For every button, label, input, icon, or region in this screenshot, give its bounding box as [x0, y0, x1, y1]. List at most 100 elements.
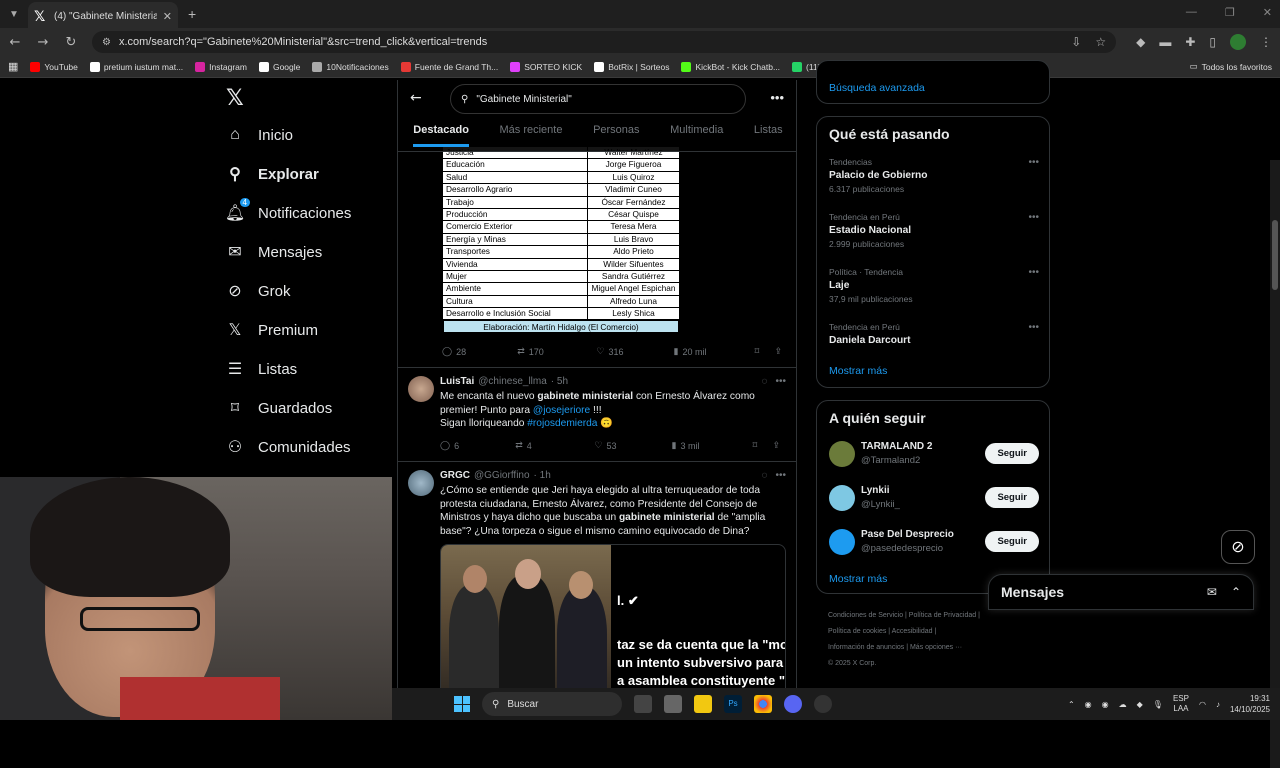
avatar[interactable]	[829, 529, 855, 555]
avatar[interactable]	[829, 485, 855, 511]
menu-kebab-icon[interactable]: ⋮	[1260, 35, 1272, 49]
tray-app-icon[interactable]: ◆	[1137, 700, 1143, 709]
views-button[interactable]: ▮ 3 mil	[672, 440, 753, 451]
share-button[interactable]: ⇪	[772, 440, 780, 451]
tab-4[interactable]: Listas	[754, 124, 783, 147]
nav-item-notificaciones[interactable]: 🔔︎ 4 Notificaciones	[225, 198, 351, 222]
tweet-media[interactable]: l. ✔ taz se da cuenta que la "mov un int…	[440, 544, 786, 688]
follow-button[interactable]: Seguir	[985, 531, 1039, 552]
ministers-table-image[interactable]: Justicia Walter Martínez Educación Jorge Fi…	[442, 146, 680, 335]
trend-item[interactable]: Política · Tendencia Laje 37,9 mil publica…	[829, 267, 1039, 304]
footer-line[interactable]: © 2025 X Corp.	[828, 656, 1038, 672]
page-scrollbar[interactable]	[1270, 160, 1280, 768]
nav-item-guardados[interactable]: ⌑ Guardados	[226, 399, 332, 418]
repost-button[interactable]: ⇄ 170	[517, 346, 596, 357]
like-button[interactable]: ♡ 53	[594, 440, 671, 451]
tab-list-chevron-icon[interactable]: ▼	[0, 9, 28, 20]
show-more-follow[interactable]: Mostrar más	[829, 573, 887, 585]
views-button[interactable]: ▮ 20 mil	[674, 346, 755, 357]
grok-icon[interactable]: ◌	[762, 470, 768, 481]
avatar[interactable]	[829, 441, 855, 467]
avatar[interactable]	[408, 376, 434, 402]
taskbar-search[interactable]: ⚲ Buscar	[482, 692, 622, 716]
trend-item[interactable]: Tendencia en Perú Daniela Darcourt •••	[829, 322, 1039, 349]
tweet-time[interactable]: · 5h	[551, 376, 568, 387]
bookmark-button[interactable]: ⌑	[753, 440, 773, 451]
microphone-icon[interactable]: 🎙	[1153, 700, 1163, 709]
apps-grid-icon[interactable]: ▦	[8, 60, 18, 73]
restore-icon[interactable]: ❐	[1225, 6, 1235, 19]
footer-line[interactable]: Política de cookies | Accesibilidad |	[828, 624, 1038, 640]
footer-line[interactable]: Información de anuncios | Más opciones ·…	[828, 640, 1038, 656]
onedrive-icon[interactable]: ☁	[1119, 700, 1127, 709]
bookmark-item[interactable]: Instagram	[195, 61, 247, 72]
more-options-icon[interactable]: •••	[775, 470, 786, 481]
bookmark-item[interactable]: pretium iustum mat...	[89, 61, 183, 72]
app-icon[interactable]	[664, 695, 682, 713]
search-input[interactable]: ⚲ "Gabinete Ministerial"	[450, 84, 746, 114]
tweet-time[interactable]: · 1h	[534, 470, 551, 481]
bookmark-item[interactable]: Google	[258, 61, 300, 72]
repost-button[interactable]: ⇄ 4	[515, 440, 594, 451]
profile-avatar[interactable]	[1230, 34, 1246, 50]
tray-app-icon[interactable]: ◉	[1102, 700, 1109, 709]
forward-arrow-icon[interactable]: →	[36, 35, 50, 50]
advanced-search-link[interactable]: Búsqueda avanzada	[829, 82, 925, 94]
tray-app-icon[interactable]: ◉	[1085, 700, 1092, 709]
show-more-trends[interactable]: Mostrar más	[829, 365, 887, 377]
author-handle[interactable]: @chinese_llma	[478, 376, 547, 387]
nav-item-premium[interactable]: 𝕏 Premium	[226, 321, 318, 340]
address-bar[interactable]: ⚙ x.com/search?q="Gabinete%20Ministerial…	[92, 31, 1117, 53]
footer-line[interactable]: Condiciones de Servicio | Política de Pr…	[828, 608, 1038, 624]
follow-suggestion[interactable]: TARMALAND 2 @Tarmaland2 Seguir	[829, 441, 1039, 471]
back-arrow-icon[interactable]: ←	[8, 35, 22, 50]
follow-suggestion[interactable]: Pase Del Desprecio @pasededesprecio Seguir	[829, 529, 1039, 559]
extension-icon[interactable]: ◆	[1136, 35, 1145, 49]
windows-start-icon[interactable]	[454, 696, 470, 712]
like-button[interactable]: ♡ 316	[596, 346, 673, 357]
author-handle[interactable]: @GGiorffino	[474, 470, 530, 481]
more-options-icon[interactable]: •••	[1028, 322, 1039, 333]
new-message-icon[interactable]: ✉	[1207, 585, 1217, 599]
sidebar-icon[interactable]: ▯	[1209, 35, 1216, 49]
close-window-icon[interactable]: ✕	[1263, 6, 1272, 19]
extensions-puzzle-icon[interactable]: ✚	[1185, 35, 1195, 49]
language-indicator[interactable]: ESP LAA	[1173, 694, 1189, 714]
tab-0[interactable]: Destacado	[413, 124, 469, 147]
nav-item-explorar[interactable]: ⚲ Explorar	[226, 165, 319, 184]
follow-button[interactable]: Seguir	[985, 487, 1039, 508]
grok-icon[interactable]: ◌	[762, 376, 768, 387]
reply-button[interactable]: ◯ 6	[440, 440, 515, 451]
photoshop-icon[interactable]: Ps	[724, 695, 742, 713]
more-options-icon[interactable]: •••	[1028, 157, 1039, 168]
bookmark-item[interactable]: 10Notificaciones	[312, 61, 389, 72]
clock[interactable]: 19:31 14/10/2025	[1230, 693, 1270, 715]
more-options-icon[interactable]: •••	[770, 90, 784, 105]
more-options-icon[interactable]: •••	[1028, 267, 1039, 278]
tab-3[interactable]: Multimedia	[670, 124, 723, 147]
all-favorites[interactable]: ▭ Todos los favoritos	[1190, 61, 1272, 72]
bookmark-item[interactable]: Fuente de Grand Th...	[400, 61, 498, 72]
browser-tab[interactable]: 𝕏 (4) "Gabinete Ministerial" - Bus ✕	[28, 2, 178, 30]
follow-button[interactable]: Seguir	[985, 443, 1039, 464]
bookmark-item[interactable]: BotRix | Sorteos	[594, 61, 669, 72]
hashtag-link[interactable]: #rojosdemierda	[527, 418, 597, 429]
install-app-icon[interactable]: ⇩	[1071, 35, 1081, 49]
nav-item-grok[interactable]: ⊘ Grok	[226, 282, 290, 301]
discord-icon[interactable]	[784, 695, 802, 713]
volume-icon[interactable]: ♪	[1216, 700, 1220, 709]
tweet-luistai[interactable]: LuisTai @chinese_llma · 5h ◌ ••• Me encan…	[398, 367, 796, 462]
scroll-thumb[interactable]	[1272, 220, 1278, 290]
chrome-icon[interactable]	[754, 695, 772, 713]
trend-item[interactable]: Tendencia en Perú Estadio Nacional 2.999 p…	[829, 212, 1039, 249]
site-info-icon[interactable]: ⚙	[102, 37, 111, 48]
bookmark-item[interactable]: YouTube	[30, 61, 78, 72]
bookmark-button[interactable]: ⌑	[755, 346, 775, 357]
close-tab-icon[interactable]: ✕	[163, 10, 172, 23]
file-explorer-icon[interactable]	[694, 695, 712, 713]
tab-1[interactable]: Más reciente	[500, 124, 563, 147]
mention-link[interactable]: @josejeriore	[533, 405, 590, 416]
grok-floating-button[interactable]: ⊘	[1221, 530, 1255, 564]
star-icon[interactable]: ☆	[1095, 35, 1106, 49]
bookmark-item[interactable]: SORTEO KICK	[510, 61, 582, 72]
